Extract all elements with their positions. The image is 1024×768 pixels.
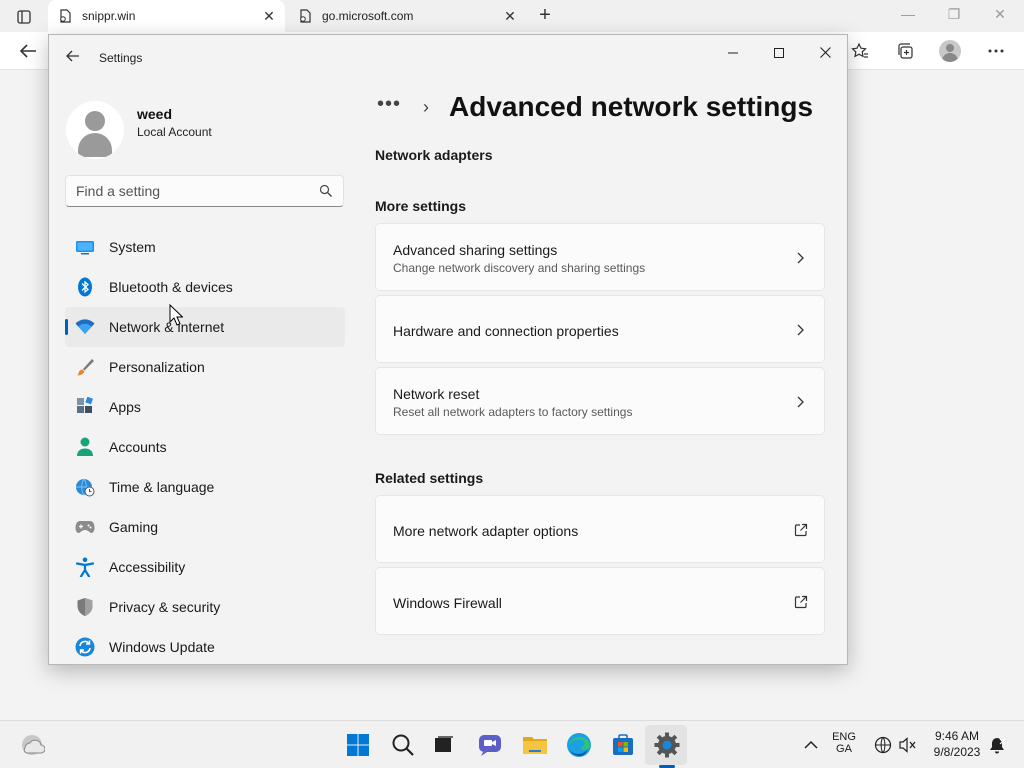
shield-icon <box>75 597 95 617</box>
tab-title: snippr.win <box>82 9 136 23</box>
find-setting-input[interactable] <box>76 176 316 206</box>
network-adapters-heading: Network adapters <box>375 147 493 163</box>
card-title: More network adapter options <box>393 523 579 539</box>
related-settings-heading: Related settings <box>375 470 484 486</box>
clock-time: 9:46 AM <box>934 729 980 743</box>
weather-widget-icon[interactable] <box>18 731 46 759</box>
clock-date: 9/8/2023 <box>933 745 981 759</box>
nav-item-accessibility[interactable]: Accessibility <box>65 547 345 587</box>
apps-icon <box>75 397 95 417</box>
card-subtitle: Change network discovery and sharing set… <box>393 261 646 275</box>
more-network-adapter-options-card[interactable]: More network adapter options <box>375 495 825 563</box>
find-setting-box[interactable] <box>65 175 344 207</box>
settings-back-icon[interactable] <box>63 49 83 67</box>
settings-content: ••• › Advanced network settings Network … <box>375 35 835 664</box>
network-globe-icon[interactable] <box>869 731 897 759</box>
advanced-sharing-settings-card[interactable]: Advanced sharing settings Change network… <box>375 223 825 291</box>
card-title: Advanced sharing settings <box>393 242 558 258</box>
nav-item-system[interactable]: System <box>65 227 345 267</box>
system-icon <box>75 237 95 257</box>
notification-bell-icon[interactable] <box>983 731 1011 759</box>
settings-nav: System Bluetooth & devices Network & int… <box>65 227 345 664</box>
nav-item-windows-update[interactable]: Windows Update <box>65 627 345 664</box>
windows-firewall-card[interactable]: Windows Firewall <box>375 567 825 635</box>
browser-close-icon[interactable]: ✕ <box>990 6 1010 23</box>
card-subtitle: Reset all network adapters to factory se… <box>393 405 633 419</box>
tab-actions-icon[interactable] <box>10 7 38 27</box>
clock[interactable]: 9:46 AM 9/8/2023 <box>926 729 988 759</box>
card-title: Windows Firewall <box>393 595 502 611</box>
page-title: Advanced network settings <box>449 91 814 122</box>
card-title: Network reset <box>393 386 480 402</box>
user-avatar[interactable] <box>66 101 124 159</box>
search-taskbar-icon[interactable] <box>389 731 417 759</box>
person-icon <box>75 437 95 457</box>
nav-item-personalization[interactable]: Personalization <box>65 347 345 387</box>
browser-tab-bar: snippr.win ✕ go.microsoft.com ✕ + — ❐ ✕ <box>0 0 1024 32</box>
bluetooth-icon <box>75 277 95 297</box>
tab-title: go.microsoft.com <box>322 9 414 23</box>
close-tab-icon[interactable]: ✕ <box>502 8 518 24</box>
account-type: Local Account <box>137 125 212 139</box>
profile-avatar-icon[interactable] <box>939 40 961 62</box>
update-icon <box>75 637 95 657</box>
card-title: Hardware and connection properties <box>393 323 619 339</box>
back-arrow-icon[interactable] <box>17 40 39 62</box>
volume-muted-icon[interactable] <box>894 731 922 759</box>
nav-item-gaming[interactable]: Gaming <box>65 507 345 547</box>
file-explorer-icon[interactable] <box>521 731 549 759</box>
mouse-cursor-icon <box>169 304 183 326</box>
favorites-icon[interactable] <box>849 40 871 62</box>
browser-tab-microsoft[interactable]: go.microsoft.com ✕ <box>288 0 526 32</box>
nav-item-network[interactable]: Network & internet <box>65 307 345 347</box>
search-icon <box>319 184 332 197</box>
browser-tab-snippr[interactable]: snippr.win ✕ <box>48 0 285 32</box>
globe-clock-icon <box>75 477 95 497</box>
chevron-right-icon <box>797 252 804 264</box>
wifi-icon <box>75 317 95 337</box>
start-button[interactable] <box>344 731 372 759</box>
user-name: weed <box>137 106 173 122</box>
nav-item-time-language[interactable]: Time & language <box>65 467 345 507</box>
open-external-icon <box>794 523 808 537</box>
nav-item-bluetooth[interactable]: Bluetooth & devices <box>65 267 345 307</box>
page-icon <box>60 9 71 23</box>
settings-window: Settings weed Local Account System Bluet… <box>48 34 848 665</box>
more-options-icon[interactable] <box>985 40 1007 62</box>
page-icon <box>300 9 311 23</box>
accessibility-icon <box>75 557 95 577</box>
brush-icon <box>75 357 95 377</box>
collections-icon[interactable] <box>894 40 916 62</box>
settings-window-title: Settings <box>99 51 143 65</box>
language-indicator[interactable]: ENG GA <box>828 731 860 755</box>
open-external-icon <box>794 595 808 609</box>
browser-minimize-icon[interactable]: — <box>898 6 918 22</box>
more-settings-heading: More settings <box>375 198 467 214</box>
nav-item-apps[interactable]: Apps <box>65 387 345 427</box>
breadcrumb-separator-icon: › <box>423 97 429 117</box>
edge-browser-icon[interactable] <box>565 731 593 759</box>
chat-icon[interactable] <box>476 731 504 759</box>
chevron-right-icon <box>797 324 804 336</box>
hardware-connection-properties-card[interactable]: Hardware and connection properties <box>375 295 825 363</box>
new-tab-button[interactable]: + <box>534 4 556 26</box>
microsoft-store-icon[interactable] <box>609 731 637 759</box>
taskbar: ENG GA 9:46 AM 9/8/2023 <box>0 720 1024 768</box>
nav-item-privacy[interactable]: Privacy & security <box>65 587 345 627</box>
gamepad-icon <box>75 517 95 537</box>
settings-gear-icon[interactable] <box>653 731 681 759</box>
breadcrumb-overflow-button[interactable]: ••• <box>377 93 401 116</box>
chevron-right-icon <box>797 396 804 408</box>
browser-restore-icon[interactable]: ❐ <box>944 6 964 23</box>
close-tab-icon[interactable]: ✕ <box>261 8 277 24</box>
network-reset-card[interactable]: Network reset Reset all network adapters… <box>375 367 825 435</box>
show-hidden-icons-chevron-icon[interactable] <box>797 731 825 759</box>
task-view-icon[interactable] <box>430 731 458 759</box>
nav-item-accounts[interactable]: Accounts <box>65 427 345 467</box>
